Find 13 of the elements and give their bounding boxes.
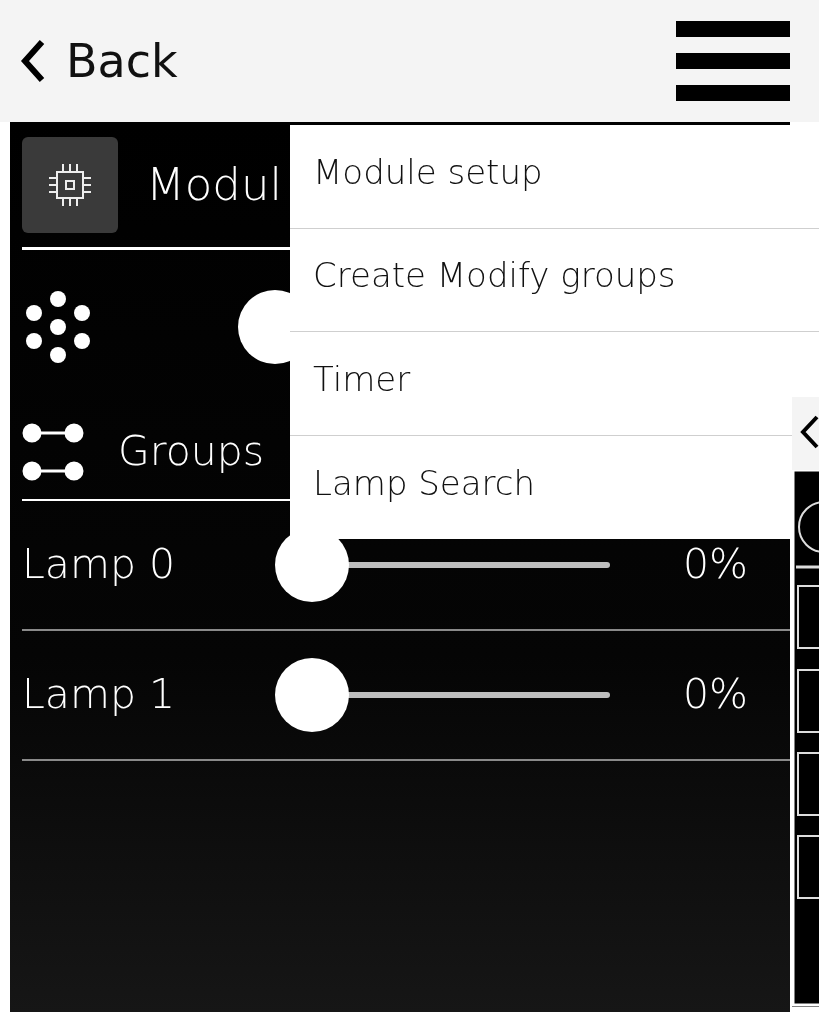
groups-icon	[22, 422, 84, 481]
back-button[interactable]: Back	[20, 26, 178, 96]
chevron-left-icon	[20, 39, 46, 83]
chip-icon[interactable]	[22, 136, 118, 233]
chevron-left-icon[interactable]	[800, 415, 819, 449]
groups-label: Groups	[118, 425, 265, 477]
lamp-name: Lamp 1	[22, 669, 177, 721]
lamp-name: Lamp 0	[22, 539, 177, 591]
menu-button[interactable]	[676, 21, 790, 101]
module-title: Modul	[146, 156, 282, 213]
percent-reading: 0%	[682, 539, 748, 591]
menu-item[interactable]: Module setup	[290, 125, 819, 229]
percent-reading: 0%	[682, 669, 748, 721]
